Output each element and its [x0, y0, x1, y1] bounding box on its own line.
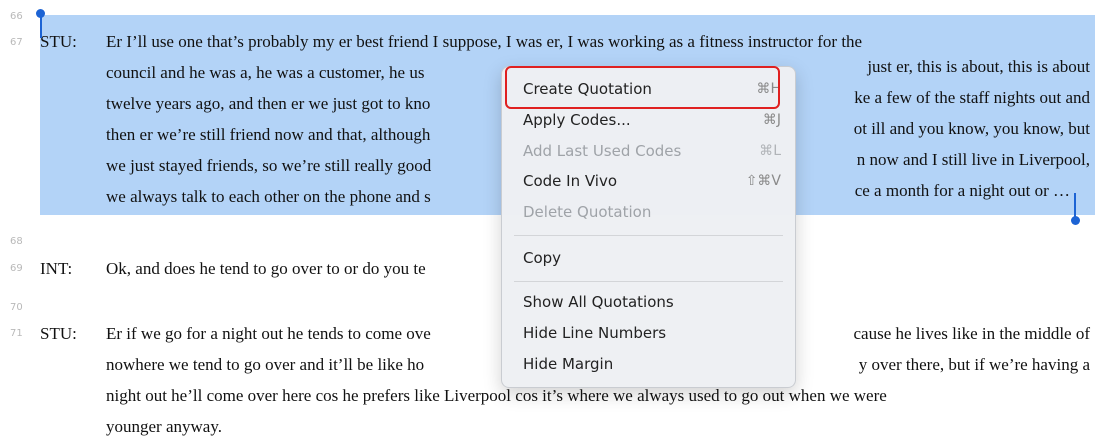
menu-item-label: Hide Margin — [523, 355, 614, 373]
speaker-label: STU: — [40, 324, 77, 343]
menu-item-shortcut: ⇧⌘V — [745, 173, 781, 189]
menu-item-add-last-used-codes[interactable]: Add Last Used Codes ⌘L — [523, 142, 781, 164]
text-fragment: just er, this is about, this is about — [867, 57, 1090, 76]
menu-item-label: Show All Quotations — [523, 293, 674, 311]
menu-separator — [514, 235, 783, 236]
menu-item-show-all-quotations[interactable]: Show All Quotations — [523, 293, 781, 315]
text-fragment: ot ill and you know, you know, but — [853, 119, 1090, 138]
line-number: 70 — [10, 302, 23, 313]
text-fragment: ke a few of the staff nights out and — [854, 88, 1090, 107]
text-line: younger anyway. — [106, 417, 222, 436]
text-fragment: ce a month for a night out or … — [854, 181, 1070, 200]
menu-item-label: Delete Quotation — [523, 203, 652, 221]
line-number: 71 — [10, 328, 23, 339]
menu-item-label: Code In Vivo — [523, 172, 618, 190]
speaker-label: STU: — [40, 32, 77, 51]
menu-separator — [514, 281, 783, 282]
selection-start-caret — [39, 14, 42, 38]
menu-item-shortcut: ⌘J — [762, 112, 781, 128]
line-number: 67 — [10, 37, 23, 48]
text-fragment: y over there, but if we’re having a — [858, 355, 1090, 374]
text-fragment: cause he lives like in the middle of — [853, 324, 1090, 343]
menu-item-hide-line-numbers[interactable]: Hide Line Numbers — [523, 324, 781, 346]
menu-item-code-in-vivo[interactable]: Code In Vivo ⇧⌘V — [523, 172, 781, 194]
line-number: 69 — [10, 263, 23, 274]
menu-item-label: Add Last Used Codes — [523, 142, 682, 160]
menu-item-label: Copy — [523, 249, 562, 267]
menu-item-copy[interactable]: Copy — [523, 249, 781, 271]
menu-item-hide-margin[interactable]: Hide Margin — [523, 355, 781, 377]
menu-item-apply-codes[interactable]: Apply Codes... ⌘J — [523, 111, 781, 133]
menu-item-delete-quotation[interactable]: Delete Quotation — [523, 203, 781, 225]
line-number: 68 — [10, 236, 23, 247]
highlight-box — [505, 66, 780, 109]
menu-item-shortcut: ⌘L — [759, 143, 781, 159]
text-fragment: n now and I still live in Liverpool, — [856, 150, 1090, 169]
text-line: Er I’ll use one that’s probably my er be… — [106, 32, 863, 51]
menu-item-label: Apply Codes... — [523, 111, 631, 129]
selection-end-handle[interactable] — [1070, 216, 1080, 225]
document-view[interactable]: 66 67 68 69 70 71 STU: Er I’ll use one t… — [0, 0, 1099, 443]
line-number: 66 — [10, 11, 23, 22]
menu-item-label: Hide Line Numbers — [523, 324, 667, 342]
context-menu: Create Quotation ⌘H Apply Codes... ⌘J Ad… — [501, 66, 796, 388]
speaker-label: INT: — [40, 259, 73, 278]
